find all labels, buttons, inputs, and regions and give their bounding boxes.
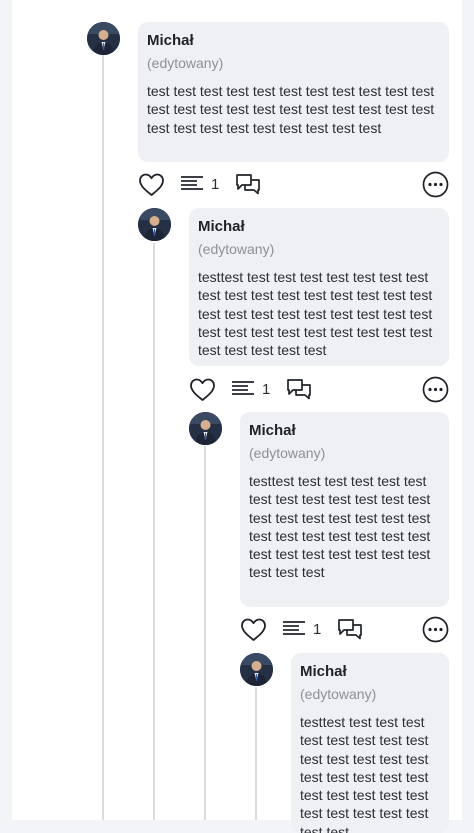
chat-bubbles-icon bbox=[287, 379, 311, 400]
avatar[interactable] bbox=[87, 22, 120, 55]
comment-bubble: Michał (edytowany) testtest test test te… bbox=[240, 412, 449, 607]
lines-icon bbox=[181, 176, 203, 190]
replies-count: 1 bbox=[262, 381, 271, 398]
replies-count: 1 bbox=[211, 176, 220, 193]
more-dots-icon bbox=[422, 616, 449, 643]
chat-bubbles-icon bbox=[236, 174, 260, 195]
comment-author[interactable]: Michał bbox=[198, 218, 441, 236]
edited-label: (edytowany) bbox=[147, 55, 224, 71]
lines-icon bbox=[232, 381, 254, 395]
thread-line bbox=[204, 446, 206, 820]
edited-label: (edytowany) bbox=[198, 241, 275, 257]
comment-author[interactable]: Michał bbox=[147, 32, 441, 50]
replies-toggle[interactable] bbox=[231, 377, 255, 404]
more-options-button[interactable] bbox=[422, 376, 449, 408]
more-options-button[interactable] bbox=[422, 171, 449, 203]
comment-text: testtest test test test test test test t… bbox=[249, 473, 431, 581]
avatar[interactable] bbox=[189, 412, 222, 445]
comment-author[interactable]: Michał bbox=[300, 663, 441, 681]
reply-button[interactable] bbox=[235, 172, 261, 201]
lines-icon bbox=[283, 621, 305, 635]
comment-bubble: Michał (edytowany) testtest test test te… bbox=[189, 208, 449, 366]
comments-panel: Michał (edytowany) test test test test t… bbox=[12, 0, 462, 833]
more-dots-icon bbox=[422, 171, 449, 198]
reply-button[interactable] bbox=[337, 617, 363, 646]
comment-actions: 1 bbox=[240, 616, 449, 648]
comment-author[interactable]: Michał bbox=[249, 422, 441, 440]
replies-toggle[interactable] bbox=[282, 617, 306, 644]
comment-text: testtest test test test test test test t… bbox=[300, 714, 429, 833]
comment-text: test test test test test test test test … bbox=[147, 83, 435, 136]
avatar[interactable] bbox=[240, 653, 273, 686]
reply-button[interactable] bbox=[286, 377, 312, 406]
heart-icon bbox=[241, 618, 266, 641]
edited-label: (edytowany) bbox=[249, 445, 326, 461]
like-button[interactable] bbox=[189, 377, 216, 408]
comment-bubble: Michał (edytowany) testtest test test te… bbox=[291, 653, 449, 833]
comment-actions: 1 bbox=[138, 171, 449, 203]
thread-line bbox=[102, 40, 104, 820]
comment-text: testtest test test test test test test t… bbox=[198, 269, 433, 359]
thread-line bbox=[153, 243, 155, 820]
more-options-button[interactable] bbox=[422, 616, 449, 648]
more-dots-icon bbox=[422, 376, 449, 403]
chat-bubbles-icon bbox=[338, 619, 362, 640]
replies-count: 1 bbox=[313, 621, 322, 638]
comment-bubble: Michał (edytowany) test test test test t… bbox=[138, 22, 449, 162]
avatar[interactable] bbox=[138, 208, 171, 241]
heart-icon bbox=[139, 173, 164, 196]
like-button[interactable] bbox=[240, 617, 267, 648]
thread-line bbox=[255, 687, 257, 820]
heart-icon bbox=[190, 378, 215, 401]
replies-toggle[interactable] bbox=[180, 172, 204, 199]
comment-actions: 1 bbox=[189, 376, 449, 408]
edited-label: (edytowany) bbox=[300, 686, 377, 702]
like-button[interactable] bbox=[138, 172, 165, 203]
